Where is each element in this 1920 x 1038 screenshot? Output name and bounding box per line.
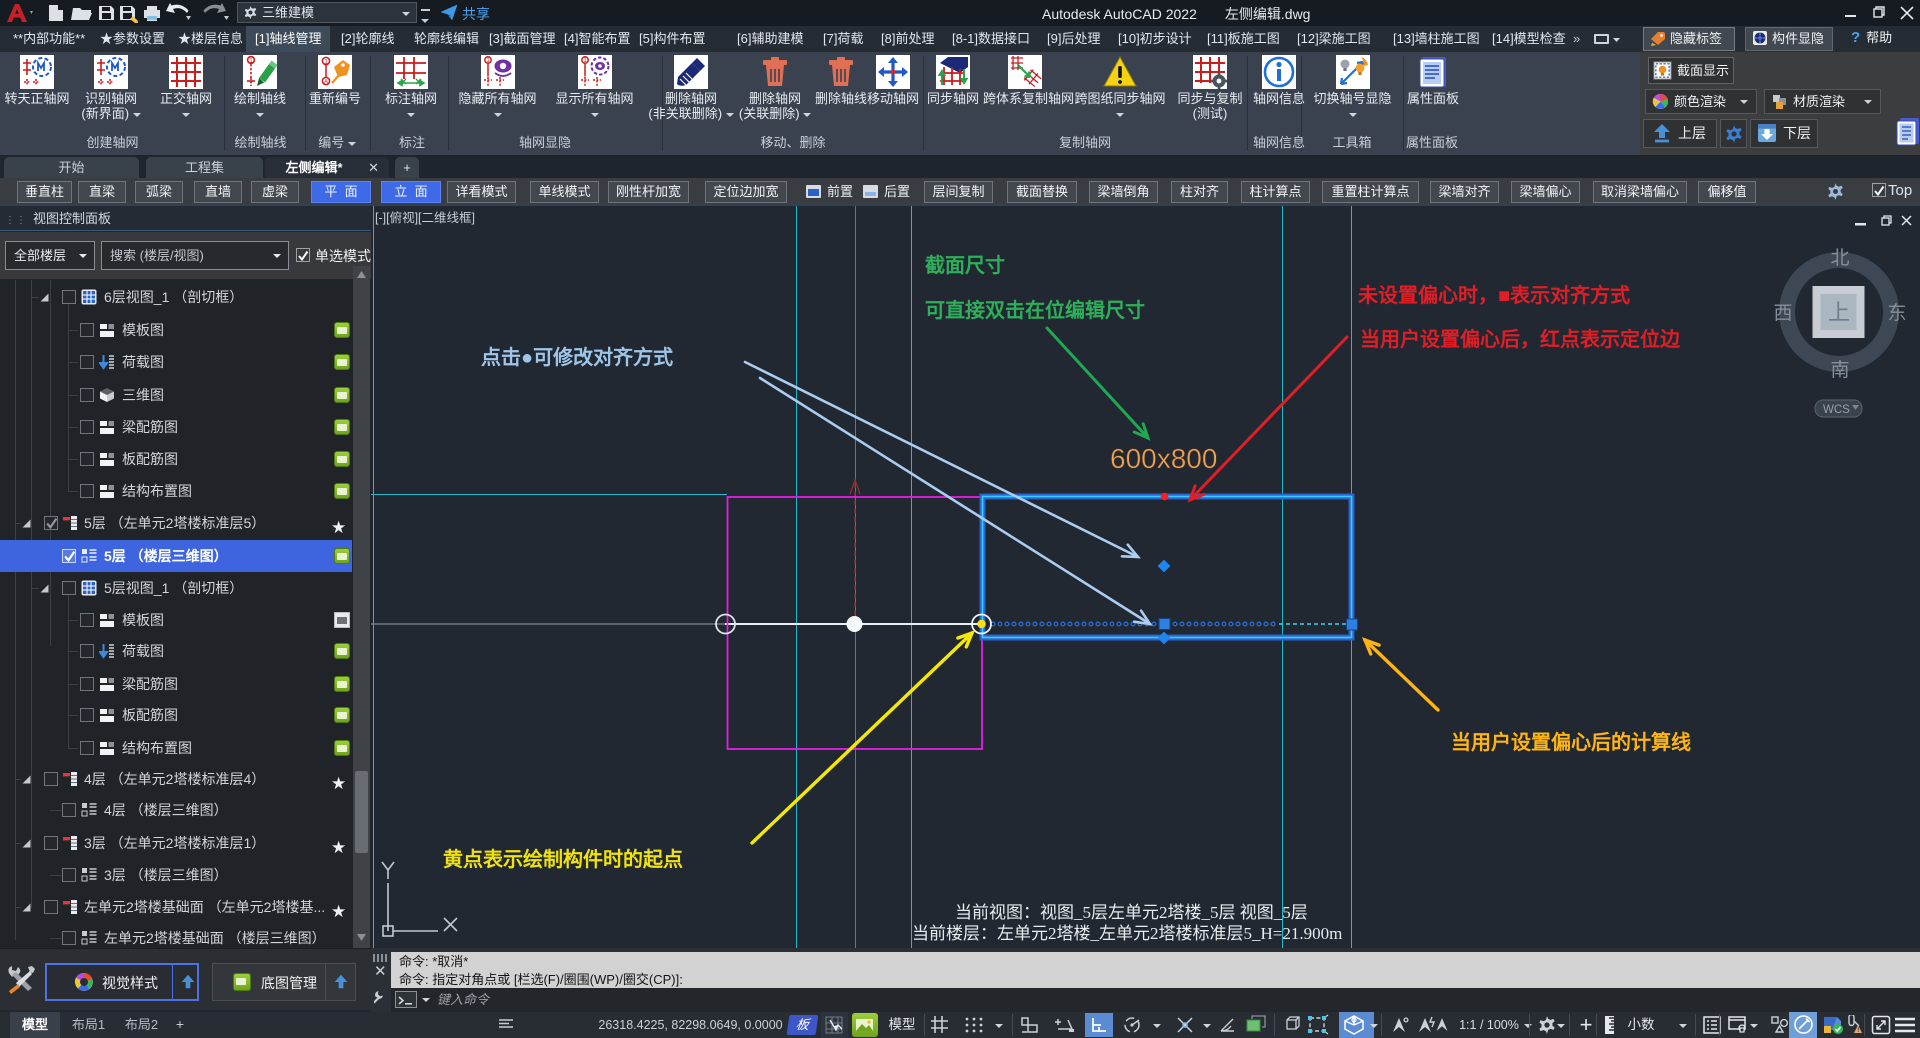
svg-text:当用户设置偏心后的计算线: 当用户设置偏心后的计算线 bbox=[1451, 730, 1691, 754]
svg-text:!: ! bbox=[1857, 1028, 1859, 1034]
svg-text:600x800: 600x800 bbox=[1110, 443, 1217, 474]
svg-text:南: 南 bbox=[1830, 359, 1849, 381]
svg-text:WCS: WCS bbox=[1823, 404, 1850, 416]
svg-text:截面尺寸: 截面尺寸 bbox=[925, 253, 1005, 277]
svg-text:可直接双击在位编辑尺寸: 可直接双击在位编辑尺寸 bbox=[925, 298, 1145, 322]
svg-text:当前视图：视图_5层左单元2塔楼_5层 视图_5层: 当前视图：视图_5层左单元2塔楼_5层 视图_5层 bbox=[955, 903, 1308, 922]
svg-text:上: 上 bbox=[1828, 300, 1850, 325]
svg-text:当前楼层：左单元2塔楼_左单元2塔楼标准层5_H=21.90: 当前楼层：左单元2塔楼_左单元2塔楼标准层5_H=21.900m bbox=[912, 924, 1342, 943]
svg-text:未设置偏心时，■表示对齐方式: 未设置偏心时，■表示对齐方式 bbox=[1358, 283, 1630, 307]
svg-text:1: 1 bbox=[324, 58, 328, 65]
svg-text:当用户设置偏心后，红点表示定位边: 当用户设置偏心后，红点表示定位边 bbox=[1360, 327, 1681, 351]
svg-text:A: A bbox=[324, 79, 329, 86]
svg-text:西: 西 bbox=[1773, 303, 1792, 324]
svg-text:[-][俯视][二维线框]: [-][俯视][二维线框] bbox=[375, 210, 475, 225]
svg-text:东: 东 bbox=[1887, 302, 1906, 324]
svg-text:黄点表示绘制构件时的起点: 黄点表示绘制构件时的起点 bbox=[443, 847, 683, 871]
svg-text:点击●可修改对齐方式: 点击●可修改对齐方式 bbox=[481, 345, 673, 369]
svg-text:北: 北 bbox=[1830, 247, 1849, 269]
